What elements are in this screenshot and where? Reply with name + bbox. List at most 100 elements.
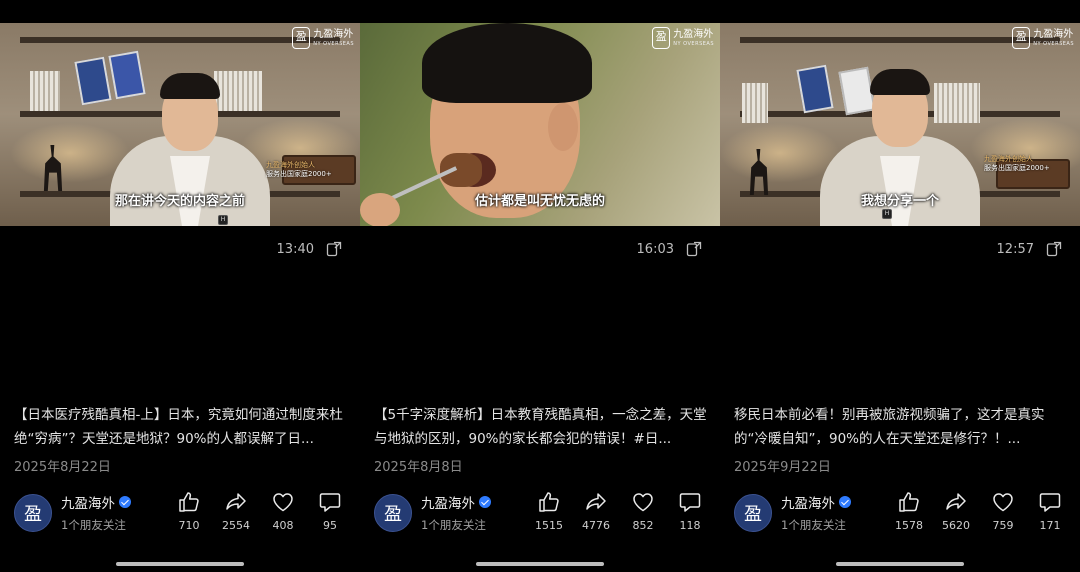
channel-watermark: 盈 九盈海外 NY OVERSEAS	[652, 27, 714, 49]
presenter-tag: 九盈海外创始人 服务出国家庭2000+	[984, 155, 1050, 173]
favorite-count: 852	[632, 519, 654, 532]
video-thumbnail[interactable]: H 九盈海外创始人 服务出国家庭2000+ 盈 九盈海外 NY OVERSEAS…	[0, 23, 360, 226]
presenter-tag-title: 九盈海外创始人	[984, 155, 1033, 163]
lapel-mic: H	[218, 215, 228, 225]
author-name[interactable]: 九盈海外	[781, 492, 835, 512]
post-date: 2025年8月22日	[14, 460, 111, 475]
avatar[interactable]: 盈	[374, 493, 412, 532]
poster	[74, 56, 112, 106]
video-description[interactable]: 【日本医疗残酷真相-上】日本，究竟如何通过制度来杜绝“穷病”？天堂还是地狱？90…	[14, 403, 348, 451]
comment-button[interactable]: 95	[310, 490, 350, 532]
author-name[interactable]: 九盈海外	[421, 492, 475, 512]
lapel-mic: H	[882, 209, 892, 219]
friends-following: 1个朋友关注	[781, 518, 846, 532]
video-subtitle: 估计都是叫无忧无虑的	[474, 194, 605, 209]
boy-hair	[422, 23, 592, 103]
comment-button[interactable]: 118	[670, 490, 710, 532]
presenter-tag: 九盈海外创始人 服务出国家庭2000+	[266, 161, 332, 179]
verified-badge-icon	[839, 496, 851, 508]
presenter-tag-desc: 服务出国家庭2000+	[266, 170, 332, 178]
video-description[interactable]: 移民日本前必看！别再被旅游视频骗了，这才是真实的“冷暖自知”，90%的人在天堂还…	[734, 403, 1068, 451]
share-out-icon[interactable]	[1046, 241, 1062, 257]
favorite-count: 759	[992, 519, 1014, 532]
post-date: 2025年9月22日	[734, 460, 831, 475]
verified-badge-icon	[479, 496, 491, 508]
comment-count: 95	[323, 519, 337, 532]
share-button[interactable]: 5620	[936, 490, 976, 532]
heart-icon	[631, 490, 655, 514]
author-block[interactable]: 盈 九盈海外 1个朋友关注	[14, 492, 131, 533]
share-out-icon[interactable]	[686, 241, 702, 257]
author-block[interactable]: 盈 九盈海外 1个朋友关注	[734, 492, 851, 533]
video-card: H 九盈海外创始人 服务出国家庭2000+ 盈 九盈海外 NY OVERSEAS…	[720, 0, 1080, 572]
like-button[interactable]: 1578	[889, 490, 929, 532]
favorite-button[interactable]: 759	[983, 490, 1023, 532]
comment-button[interactable]: 171	[1030, 490, 1070, 532]
boy-ear	[548, 103, 578, 151]
books	[30, 71, 60, 111]
watermark-en: NY OVERSEAS	[673, 40, 714, 47]
watermark-name: 九盈海外	[673, 28, 714, 40]
channel-watermark: 盈 九盈海外 NY OVERSEAS	[292, 27, 354, 49]
watermark-logo: 盈	[292, 27, 311, 49]
avatar[interactable]: 盈	[14, 493, 52, 532]
like-count: 1578	[895, 519, 923, 532]
heart-icon	[271, 490, 295, 514]
comment-bubble-icon	[678, 490, 702, 514]
thumbs-up-icon	[897, 490, 921, 514]
watermark-logo: 盈	[652, 27, 671, 49]
like-button[interactable]: 1515	[529, 490, 569, 532]
favorite-button[interactable]: 852	[623, 490, 663, 532]
share-button[interactable]: 2554	[216, 490, 256, 532]
channel-watermark: 盈 九盈海外 NY OVERSEAS	[1012, 27, 1074, 49]
friends-following: 1个朋友关注	[421, 518, 486, 532]
comment-count: 118	[679, 519, 701, 532]
share-count: 4776	[582, 519, 610, 532]
thumbs-up-icon	[537, 490, 561, 514]
favorite-count: 408	[272, 519, 294, 532]
watermark-name: 九盈海外	[313, 28, 354, 40]
video-thumbnail[interactable]: H 九盈海外创始人 服务出国家庭2000+ 盈 九盈海外 NY OVERSEAS…	[720, 23, 1080, 226]
post-date: 2025年8月8日	[374, 460, 463, 475]
presenter-tag-title: 九盈海外创始人	[266, 161, 315, 169]
share-arrow-icon	[584, 490, 608, 514]
share-arrow-icon	[944, 490, 968, 514]
video-duration: 16:03	[636, 241, 674, 257]
share-count: 5620	[942, 519, 970, 532]
thumbs-up-icon	[177, 490, 201, 514]
video-description[interactable]: 【5千字深度解析】日本教育残酷真相，一念之差，天堂与地狱的区别，90%的家长都会…	[374, 403, 708, 451]
verified-badge-icon	[119, 496, 131, 508]
video-subtitle: 我想分享一个	[860, 194, 939, 209]
watermark-name: 九盈海外	[1033, 28, 1074, 40]
author-block[interactable]: 盈 九盈海外 1个朋友关注	[374, 492, 491, 533]
watermark-logo: 盈	[1012, 27, 1031, 49]
video-duration: 12:57	[996, 241, 1034, 257]
video-thumbnail[interactable]: 盈 九盈海外 NY OVERSEAS 估计都是叫无忧无虑的	[360, 23, 720, 226]
watermark-en: NY OVERSEAS	[1033, 40, 1074, 47]
video-card: H 九盈海外创始人 服务出国家庭2000+ 盈 九盈海外 NY OVERSEAS…	[0, 0, 360, 572]
like-button[interactable]: 710	[169, 490, 209, 532]
favorite-button[interactable]: 408	[263, 490, 303, 532]
home-indicator	[476, 562, 604, 566]
like-count: 1515	[535, 519, 563, 532]
video-duration: 13:40	[276, 241, 314, 257]
author-name[interactable]: 九盈海外	[61, 492, 115, 512]
watermark-en: NY OVERSEAS	[313, 40, 354, 47]
comment-bubble-icon	[1038, 490, 1062, 514]
like-count: 710	[178, 519, 200, 532]
share-count: 2554	[222, 519, 250, 532]
presenter-tag-desc: 服务出国家庭2000+	[984, 164, 1050, 172]
home-indicator	[836, 562, 964, 566]
video-card: 盈 九盈海外 NY OVERSEAS 估计都是叫无忧无虑的 16:03 【5千字…	[360, 0, 720, 572]
share-arrow-icon	[224, 490, 248, 514]
books	[742, 83, 768, 123]
comment-bubble-icon	[318, 490, 342, 514]
share-out-icon[interactable]	[326, 241, 342, 257]
avatar[interactable]: 盈	[734, 493, 772, 532]
share-button[interactable]: 4776	[576, 490, 616, 532]
video-subtitle: 那在讲今天的内容之前	[114, 194, 245, 209]
heart-icon	[991, 490, 1015, 514]
comment-count: 171	[1039, 519, 1061, 532]
friends-following: 1个朋友关注	[61, 518, 126, 532]
home-indicator	[116, 562, 244, 566]
